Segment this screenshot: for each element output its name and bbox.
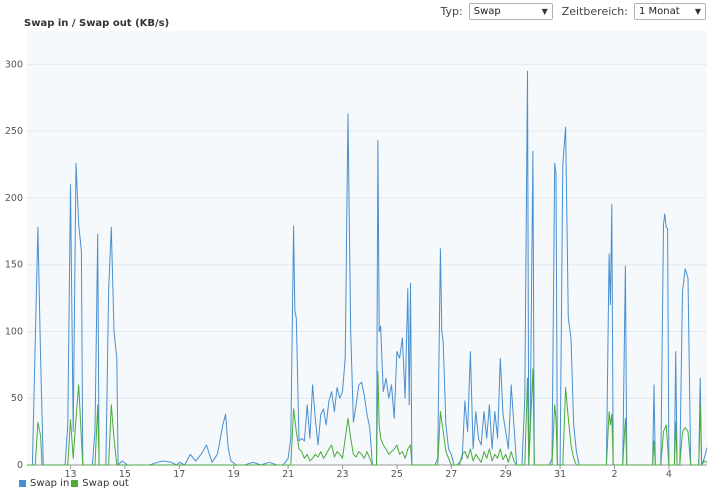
plot-area [27, 31, 707, 465]
swap-chart: 05010015020025030013 15 17 19 21 23 25 27 29 31 2 4… [5, 31, 708, 480]
legend-label-swap-in: Swap in [30, 478, 70, 489]
legend-label-swap-out: Swap out [82, 478, 129, 489]
legend-swatch-swap-in [19, 480, 26, 487]
chart-legend: Swap in Swap out [19, 478, 131, 489]
x-tick-label: 31 [554, 469, 566, 480]
x-tick-label: 17 [173, 469, 185, 480]
x-tick-label: 25 [391, 469, 403, 480]
x-tick-label: 27 [445, 469, 457, 480]
y-tick-label: 250 [5, 126, 23, 137]
x-tick-label: 4 [666, 469, 672, 480]
y-tick-label: 300 [5, 59, 23, 70]
y-tick-label: 200 [5, 193, 23, 204]
y-tick-label: 0 [17, 460, 23, 471]
legend-item-swap-out[interactable]: Swap out [71, 478, 129, 489]
legend-item-swap-in[interactable]: Swap in [19, 478, 69, 489]
x-tick-label: 21 [282, 469, 294, 480]
y-tick-label: 100 [5, 326, 23, 337]
x-tick-label: 19 [228, 469, 240, 480]
x-tick-label: 2 [611, 469, 617, 480]
x-tick-label: 23 [336, 469, 348, 480]
y-tick-label: 50 [11, 393, 23, 404]
y-tick-label: 150 [5, 260, 23, 271]
x-tick-label: 29 [500, 469, 512, 480]
legend-swatch-swap-out [71, 480, 79, 487]
